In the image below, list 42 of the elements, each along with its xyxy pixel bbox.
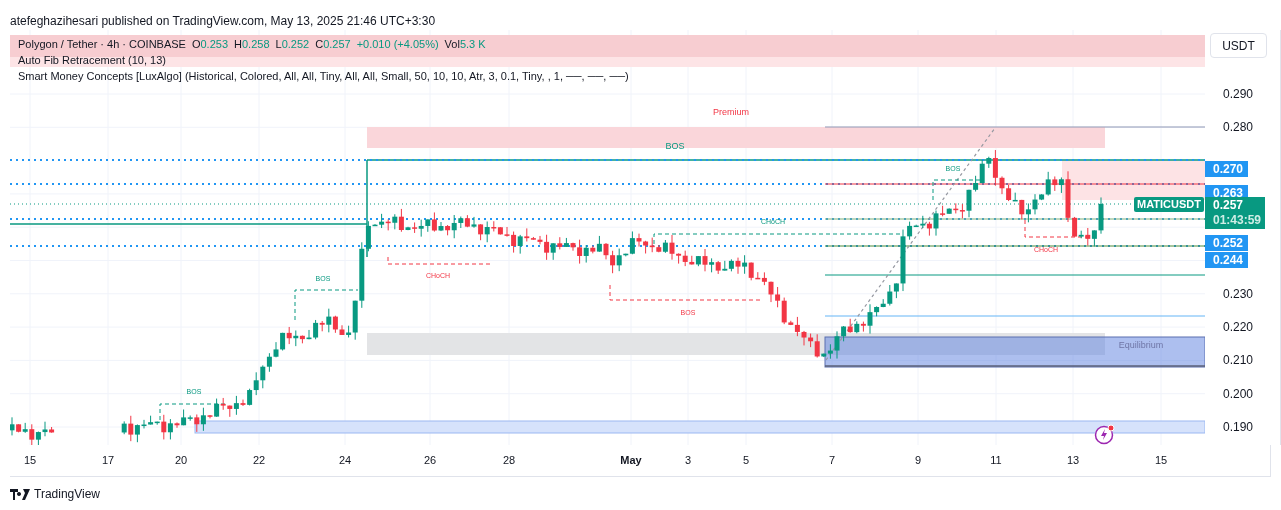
price-tag: 0.252	[1205, 235, 1248, 251]
date-label: 15	[23, 454, 37, 467]
date-label: 28	[502, 454, 516, 467]
publisher-line: atefeghazihesari published on TradingView.com, May 13, 2025 21:46 UTC+3:30	[10, 14, 436, 28]
date-label: 9	[914, 454, 922, 467]
date-label: 11	[990, 454, 1002, 467]
price-label: 0.190	[1223, 420, 1254, 434]
indicator-title: Auto Fib Retracement (10, 13)	[18, 53, 166, 68]
symbol-title: Polygon / Tether · 4h · COINBASE	[18, 37, 186, 52]
price-label: 0.210	[1223, 353, 1254, 368]
date-label: 22	[252, 454, 266, 467]
date-label: 15	[1154, 454, 1168, 467]
chart-annotation: Equilibrium	[1118, 340, 1164, 350]
symbol-tag: MATICUSDT	[1134, 197, 1204, 212]
price-tag: 0.244	[1205, 252, 1248, 268]
price-label: 0.280	[1223, 120, 1254, 135]
date-label: May	[620, 454, 642, 467]
chart-annotation: BOS	[665, 141, 685, 151]
date-label: 3	[684, 454, 692, 467]
date-label: 13	[1066, 454, 1080, 467]
date-label: 17	[101, 454, 115, 467]
indicator-title: Smart Money Concepts [LuxAlgo] (Historical, Colored, All, All, Tiny, All, All, Small, 50, 10, 10, Atr, 3, 0.1, Tiny, , 1, ──, ──, ──)	[18, 69, 629, 84]
price-label: 0.200	[1223, 386, 1254, 401]
date-label: 24	[338, 454, 352, 467]
price-label: 0.290	[1223, 87, 1254, 101]
volume-value: Vol5.3 K	[444, 37, 486, 52]
price-change: +0.010 (+4.05%)	[356, 37, 439, 52]
chart-annotation: Premium	[713, 107, 749, 117]
brand-name: TradingView	[34, 486, 101, 503]
last-price-tag: 0.257 01:43:59	[1205, 197, 1265, 229]
currency-button[interactable]: USDT	[1210, 33, 1267, 58]
ohlc-value: H0.258	[234, 37, 270, 52]
ohlc-value: C0.257	[315, 37, 351, 52]
date-label: 7	[828, 454, 836, 467]
date-label: 20	[174, 454, 188, 467]
ohlc-value: O0.253	[191, 37, 229, 52]
ohlc-value: L0.252	[275, 37, 310, 52]
price-tag: 0.270	[1205, 161, 1248, 177]
date-label: 5	[742, 454, 750, 467]
date-label: 26	[423, 454, 437, 467]
price-label: 0.230	[1223, 286, 1254, 301]
price-label: 0.220	[1223, 320, 1254, 335]
